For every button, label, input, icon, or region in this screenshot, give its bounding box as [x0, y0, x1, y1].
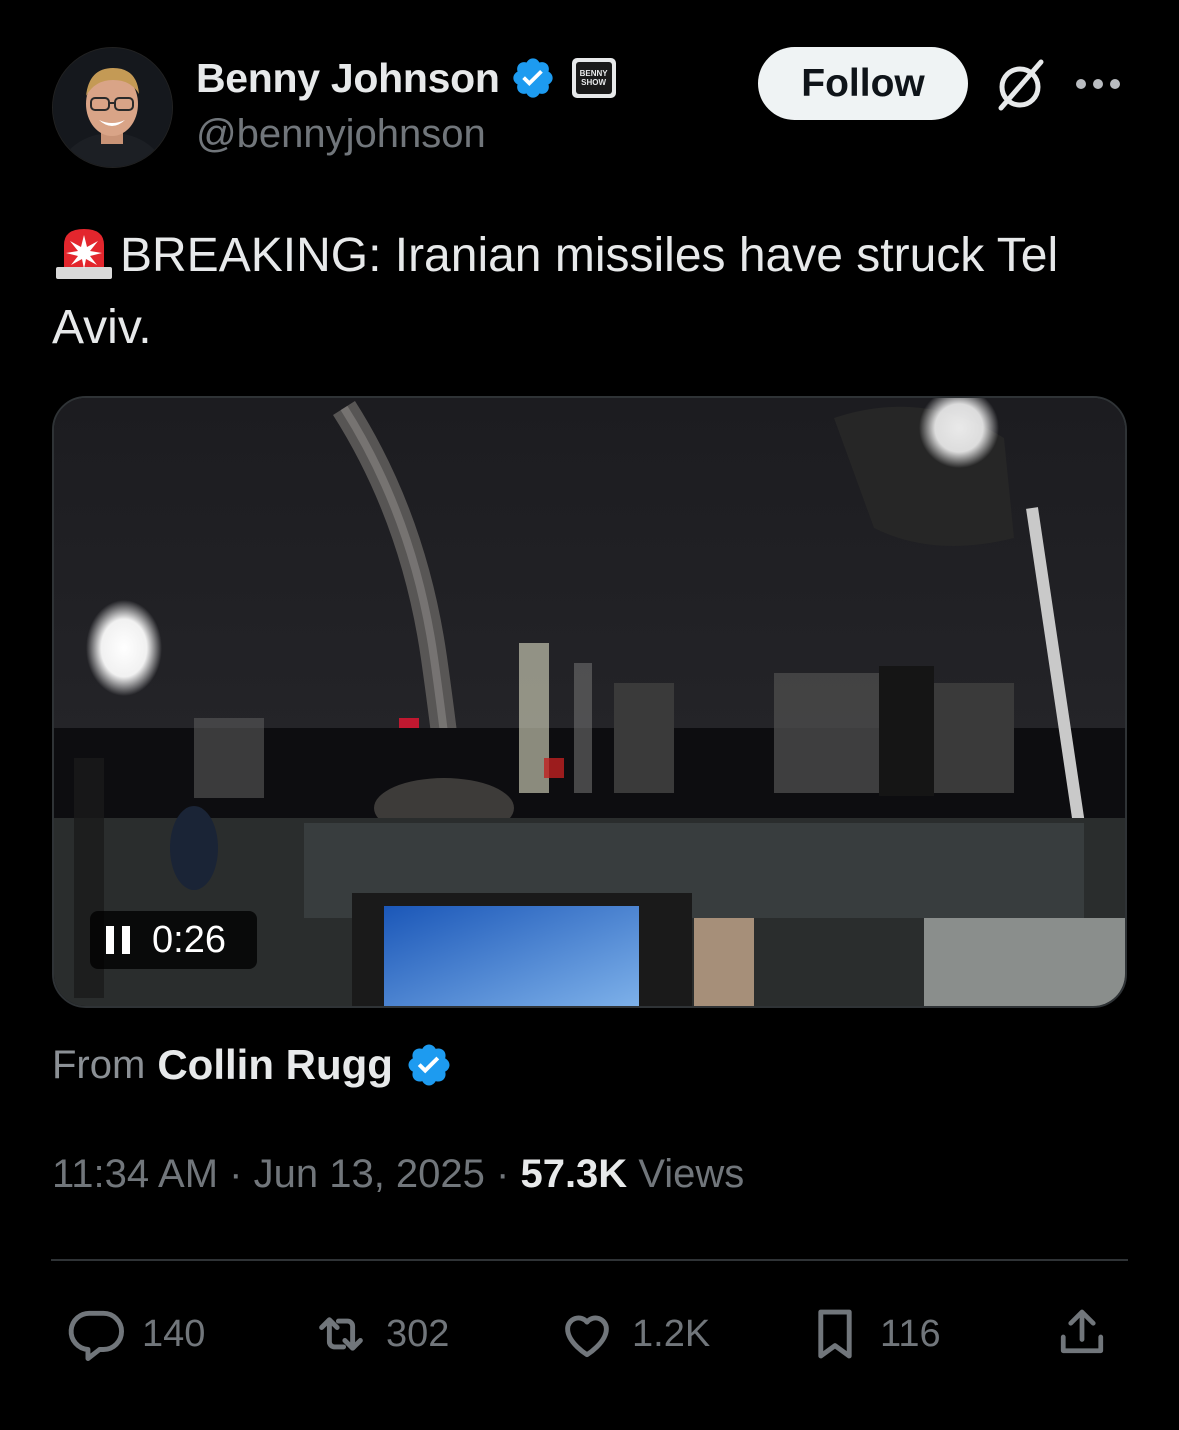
reply-button[interactable]: 140 — [66, 1303, 205, 1365]
reply-icon — [68, 1310, 124, 1361]
affiliation-badge[interactable]: BENNY SHOW — [571, 58, 616, 98]
more-options-icon[interactable] — [1076, 76, 1124, 92]
bookmark-count: 116 — [880, 1312, 941, 1355]
heart-icon — [565, 1315, 609, 1358]
meta-separator: · — [484, 1152, 521, 1196]
meta-separator: · — [218, 1152, 254, 1196]
verified-badge-icon[interactable] — [510, 55, 556, 101]
verified-badge-icon — [405, 1041, 453, 1089]
repost-button[interactable]: 302 — [310, 1303, 449, 1365]
author-display-name[interactable]: Benny Johnson — [196, 55, 500, 102]
video-timer[interactable]: 0:26 — [90, 911, 257, 969]
tweet-metadata: 11:34 AM · Jun 13, 2025 · 57.3K Views — [52, 1152, 744, 1197]
tweet-time[interactable]: 11:34 AM — [52, 1152, 218, 1196]
author-handle[interactable]: @bennyjohnson — [196, 112, 486, 157]
like-button[interactable]: 1.2K — [556, 1303, 710, 1365]
author-avatar[interactable] — [52, 47, 173, 168]
repost-icon — [319, 1317, 363, 1351]
bookmark-button[interactable]: 116 — [804, 1303, 941, 1365]
grok-icon[interactable] — [993, 56, 1047, 114]
affiliation-badge-text: BENNY SHOW — [575, 62, 612, 94]
tweet-text: BREAKING: Iranian missiles have struck T… — [52, 220, 1142, 364]
like-count: 1.2K — [632, 1312, 711, 1355]
video-elapsed-time: 0:26 — [152, 918, 226, 961]
from-label: From — [52, 1042, 146, 1087]
source-account-name[interactable]: Collin Rugg — [157, 1041, 393, 1089]
reply-count: 140 — [142, 1312, 206, 1355]
divider — [51, 1259, 1128, 1261]
follow-button[interactable]: Follow — [758, 47, 968, 120]
tweet-body: BREAKING: Iranian missiles have struck T… — [52, 229, 1059, 354]
rotating-light-icon — [52, 223, 116, 281]
repost-count: 302 — [386, 1312, 450, 1355]
author-name-row: Benny Johnson BENNY SHOW — [196, 52, 616, 104]
views-label: Views — [638, 1152, 745, 1196]
tweet-date[interactable]: Jun 13, 2025 — [254, 1152, 485, 1196]
bookmark-icon — [818, 1309, 852, 1359]
video-attribution: From Collin Rugg — [52, 1037, 453, 1093]
pause-icon[interactable] — [106, 926, 130, 954]
share-icon[interactable] — [1052, 1302, 1112, 1362]
views-count: 57.3K — [520, 1152, 628, 1196]
